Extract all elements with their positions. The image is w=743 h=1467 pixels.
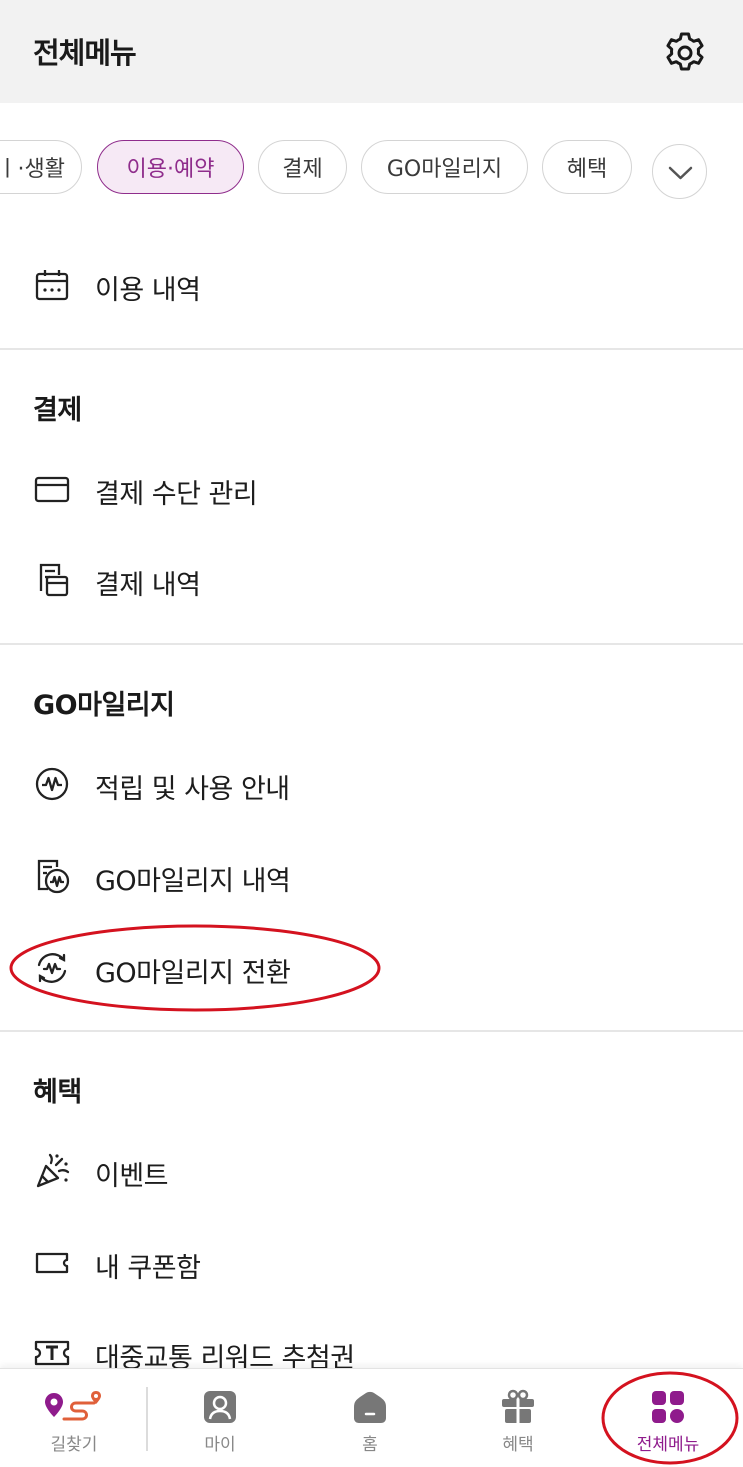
coupon-icon — [35, 1252, 69, 1274]
section-divider — [0, 348, 743, 350]
nav-tab-benefits[interactable]: 혜택 — [444, 1369, 592, 1467]
home-icon — [354, 1391, 386, 1423]
nav-tab-home[interactable]: 홈 — [296, 1369, 444, 1467]
menu-item-mileage-history[interactable]: GO마일리지 내역 — [0, 845, 743, 905]
receipt-icon — [39, 563, 69, 597]
gift-icon — [502, 1389, 534, 1423]
menu-item-mileage-convert[interactable]: GO마일리지 전환 — [0, 937, 743, 997]
nav-tab-directions[interactable]: 길찾기 — [0, 1369, 148, 1467]
menu-item-payment-history[interactable]: 결제 내역 — [0, 549, 743, 609]
section-divider — [0, 643, 743, 645]
nav-tab-all-menu[interactable]: 전체메뉴 — [594, 1369, 742, 1467]
category-chips: ㅣ·생활 이용·예약 결제 GO마일리지 혜택 — [0, 140, 743, 194]
menu-item-label: 이용 내역 — [95, 275, 201, 306]
nav-label: 혜택 — [502, 1435, 534, 1455]
menu-item-usage-history[interactable]: 이용 내역 — [0, 254, 743, 314]
route-icon — [45, 1391, 101, 1421]
section-title-benefits: 혜택 — [33, 1077, 82, 1108]
nav-label: 홈 — [362, 1435, 378, 1455]
menu-item-mileage-guide[interactable]: 적립 및 사용 안내 — [0, 753, 743, 813]
chevron-down-icon — [668, 166, 693, 180]
menu-item-label: 내 쿠폰함 — [95, 1253, 201, 1284]
top-header: 전체메뉴 — [0, 0, 743, 103]
card-icon — [34, 476, 70, 503]
menu-item-my-coupons[interactable]: 내 쿠폰함 — [0, 1232, 743, 1292]
menu-item-label: GO마일리지 내역 — [95, 866, 291, 897]
menu-item-label: 적립 및 사용 안내 — [95, 774, 290, 805]
section-title-go-mileage: GO마일리지 — [33, 690, 175, 721]
expand-chips-button[interactable] — [652, 144, 707, 199]
section-title-payment: 결제 — [33, 395, 82, 426]
menu-item-label: GO마일리지 전환 — [95, 958, 291, 989]
page-title: 전체메뉴 — [33, 36, 137, 70]
mileage-convert-icon — [37, 953, 67, 983]
menu-item-label: 결제 수단 관리 — [95, 479, 258, 510]
nav-label: 전체메뉴 — [636, 1435, 700, 1455]
grid-menu-icon — [652, 1391, 684, 1423]
nav-label: 마이 — [204, 1435, 236, 1455]
menu-item-payment-methods[interactable]: 결제 수단 관리 — [0, 458, 743, 518]
chip-go-mileage[interactable]: GO마일리지 — [361, 140, 528, 194]
chip-usage-reservation[interactable]: 이용·예약 — [97, 140, 244, 194]
menu-item-events[interactable]: 이벤트 — [0, 1140, 743, 1200]
menu-item-label: 결제 내역 — [95, 570, 201, 601]
settings-button[interactable] — [662, 30, 708, 76]
chip-life[interactable]: ㅣ·생활 — [0, 140, 82, 194]
chip-benefits[interactable]: 혜택 — [542, 140, 632, 194]
mileage-coin-icon — [35, 767, 69, 801]
party-popper-icon — [36, 1153, 70, 1188]
menu-item-label: 이벤트 — [95, 1161, 169, 1192]
gear-icon — [666, 32, 704, 71]
section-divider — [0, 1030, 743, 1032]
chip-payment[interactable]: 결제 — [258, 140, 347, 194]
nav-label: 길찾기 — [50, 1435, 98, 1455]
mileage-history-icon — [37, 859, 70, 894]
calendar-icon — [35, 270, 69, 301]
ticket-icon — [34, 1340, 70, 1366]
nav-tab-my[interactable]: 마이 — [146, 1369, 294, 1467]
profile-icon — [204, 1391, 236, 1423]
bottom-navigation: 길찾기 마이 홈 혜택 전체메뉴 — [0, 1368, 743, 1467]
